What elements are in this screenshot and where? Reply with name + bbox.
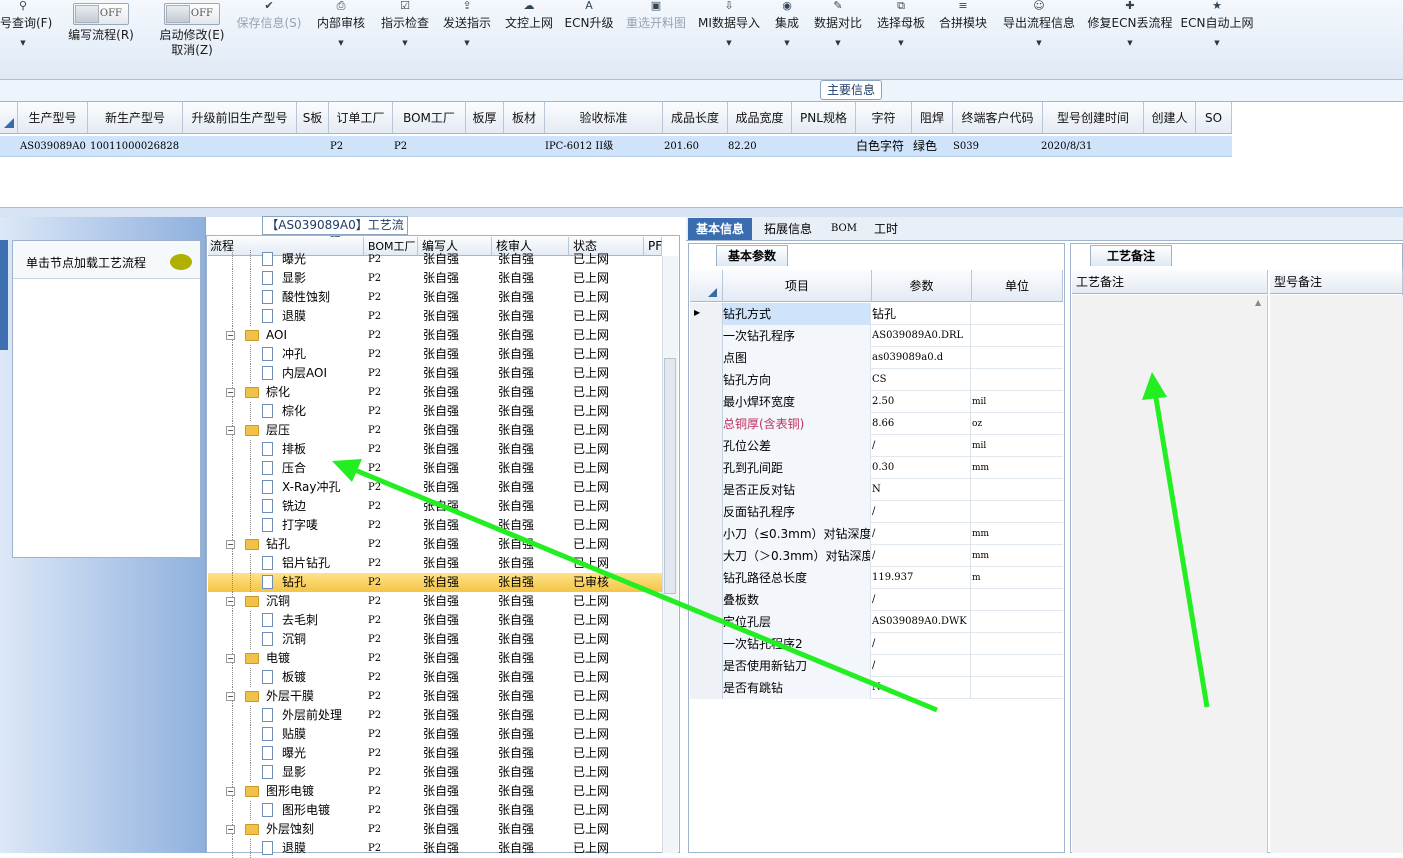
arrow-head-notes: [1142, 372, 1167, 400]
arrow-to-notes: [1152, 391, 1210, 708]
arrow-to-tree: [349, 465, 938, 713]
annotation-arrows: [332, 372, 1210, 713]
